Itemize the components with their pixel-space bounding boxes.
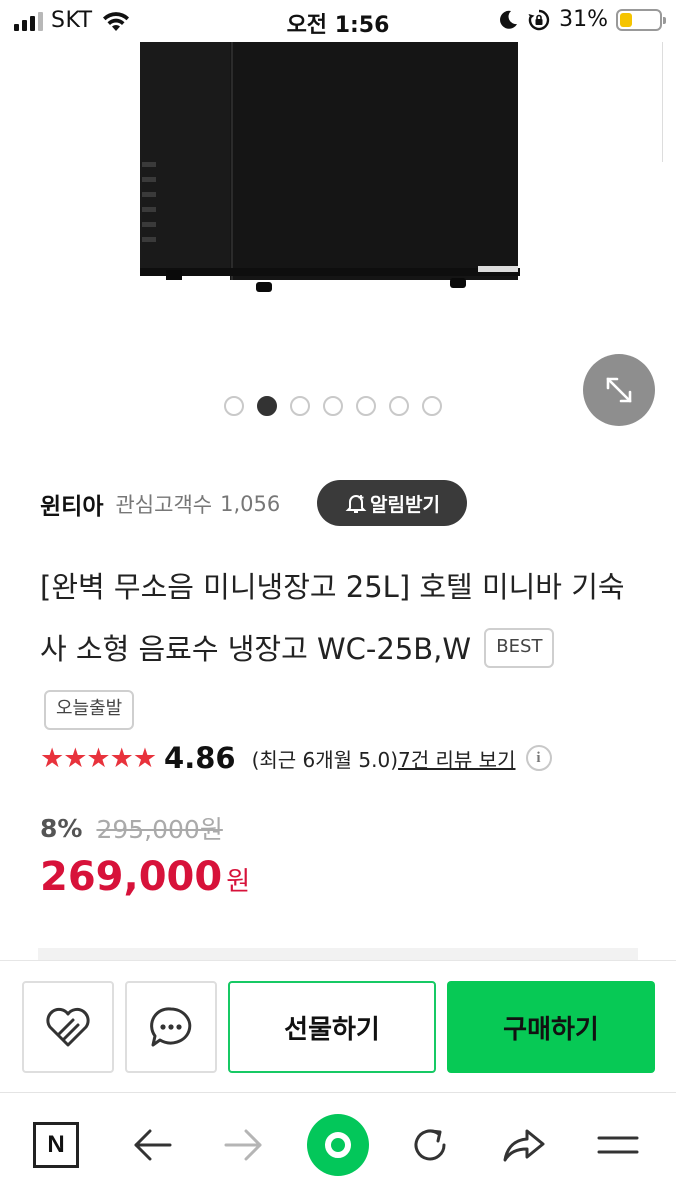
pagination-dot[interactable] [356, 396, 376, 416]
sale-price-row: 269,000 원 [40, 854, 250, 900]
tag-best: BEST [484, 628, 555, 668]
seller-info: 윈티아 관심고객수 1,056 [40, 480, 280, 528]
rating-score: 4.86 [164, 741, 236, 775]
interest-label: 관심고객수 [115, 493, 213, 517]
status-bar: SKT 오전 1:56 31% [0, 0, 676, 42]
chat-bubble-icon [150, 1007, 192, 1047]
talktalk-button[interactable] [125, 981, 217, 1073]
pagination-dot[interactable] [389, 396, 409, 416]
moon-icon [500, 10, 518, 29]
expand-arrows-icon [606, 377, 632, 403]
rotation-lock-icon [528, 9, 550, 30]
menu-button[interactable] [586, 1113, 650, 1177]
review-link[interactable]: 7건 리뷰 보기 [398, 744, 515, 773]
star-rating-icon: ★★★★★ [40, 742, 157, 774]
pagination-dot[interactable] [290, 396, 310, 416]
pagination-dot-active[interactable] [257, 396, 277, 416]
notify-label: 알림받기 [370, 493, 440, 516]
currency-unit: 원 [226, 867, 251, 897]
wishlist-button[interactable] [22, 981, 114, 1073]
green-dot-icon [307, 1114, 369, 1176]
expand-image-button[interactable] [583, 354, 655, 426]
next-slide-peek [662, 42, 676, 162]
product-image [140, 42, 520, 292]
naver-n-icon: N [33, 1122, 79, 1168]
reload-icon [414, 1129, 446, 1161]
pagination-dot[interactable] [224, 396, 244, 416]
reload-button[interactable] [398, 1113, 462, 1177]
info-icon[interactable]: i [525, 745, 552, 771]
product-image-gallery[interactable] [0, 42, 676, 442]
battery-icon [616, 8, 666, 31]
pagination-dot[interactable] [422, 396, 442, 416]
back-button[interactable] [120, 1113, 184, 1177]
heart-icon [46, 1007, 90, 1047]
product-title-block: [완벽 무소음 미니냉장고 25L] 호텔 미니바 기숙사 소형 음료수 냉장고… [40, 556, 630, 742]
share-arrow-icon [503, 1129, 545, 1162]
purchase-action-bar: 선물하기 구매하기 [0, 960, 676, 1090]
browser-toolbar: N [0, 1092, 676, 1200]
gallery-pagination [224, 396, 442, 416]
discount-rate: 8% [40, 813, 83, 843]
share-button[interactable] [492, 1113, 556, 1177]
tag-today-shipping: 오늘출발 [44, 690, 135, 730]
interest-count: 1,056 [220, 492, 281, 516]
forward-button[interactable] [212, 1113, 276, 1177]
bell-plus-icon [345, 495, 367, 513]
pagination-dot[interactable] [323, 396, 343, 416]
arrow-right-icon [224, 1129, 262, 1161]
arrow-left-icon [134, 1129, 172, 1161]
original-price: 295,000원 [96, 815, 223, 844]
seller-name[interactable]: 윈티아 [40, 487, 103, 521]
status-right: 31% [497, 7, 666, 32]
green-dot-button[interactable] [306, 1113, 370, 1177]
hamburger-menu-icon [597, 1136, 639, 1154]
section-divider [38, 948, 638, 960]
recent-rating: (최근 6개월 5.0) [251, 747, 399, 772]
discount-row: 8% 295,000원 [40, 810, 223, 846]
buy-button[interactable]: 구매하기 [447, 981, 655, 1073]
rating-row: ★★★★★ 4.86 (최근 6개월 5.0) 7건 리뷰 보기 i [40, 738, 552, 778]
sale-price: 269,000 [40, 854, 223, 900]
battery-percent: 31% [559, 7, 608, 32]
notify-button[interactable]: 알림받기 [317, 480, 467, 526]
naver-home-button[interactable]: N [24, 1113, 88, 1177]
gift-button[interactable]: 선물하기 [228, 981, 436, 1073]
